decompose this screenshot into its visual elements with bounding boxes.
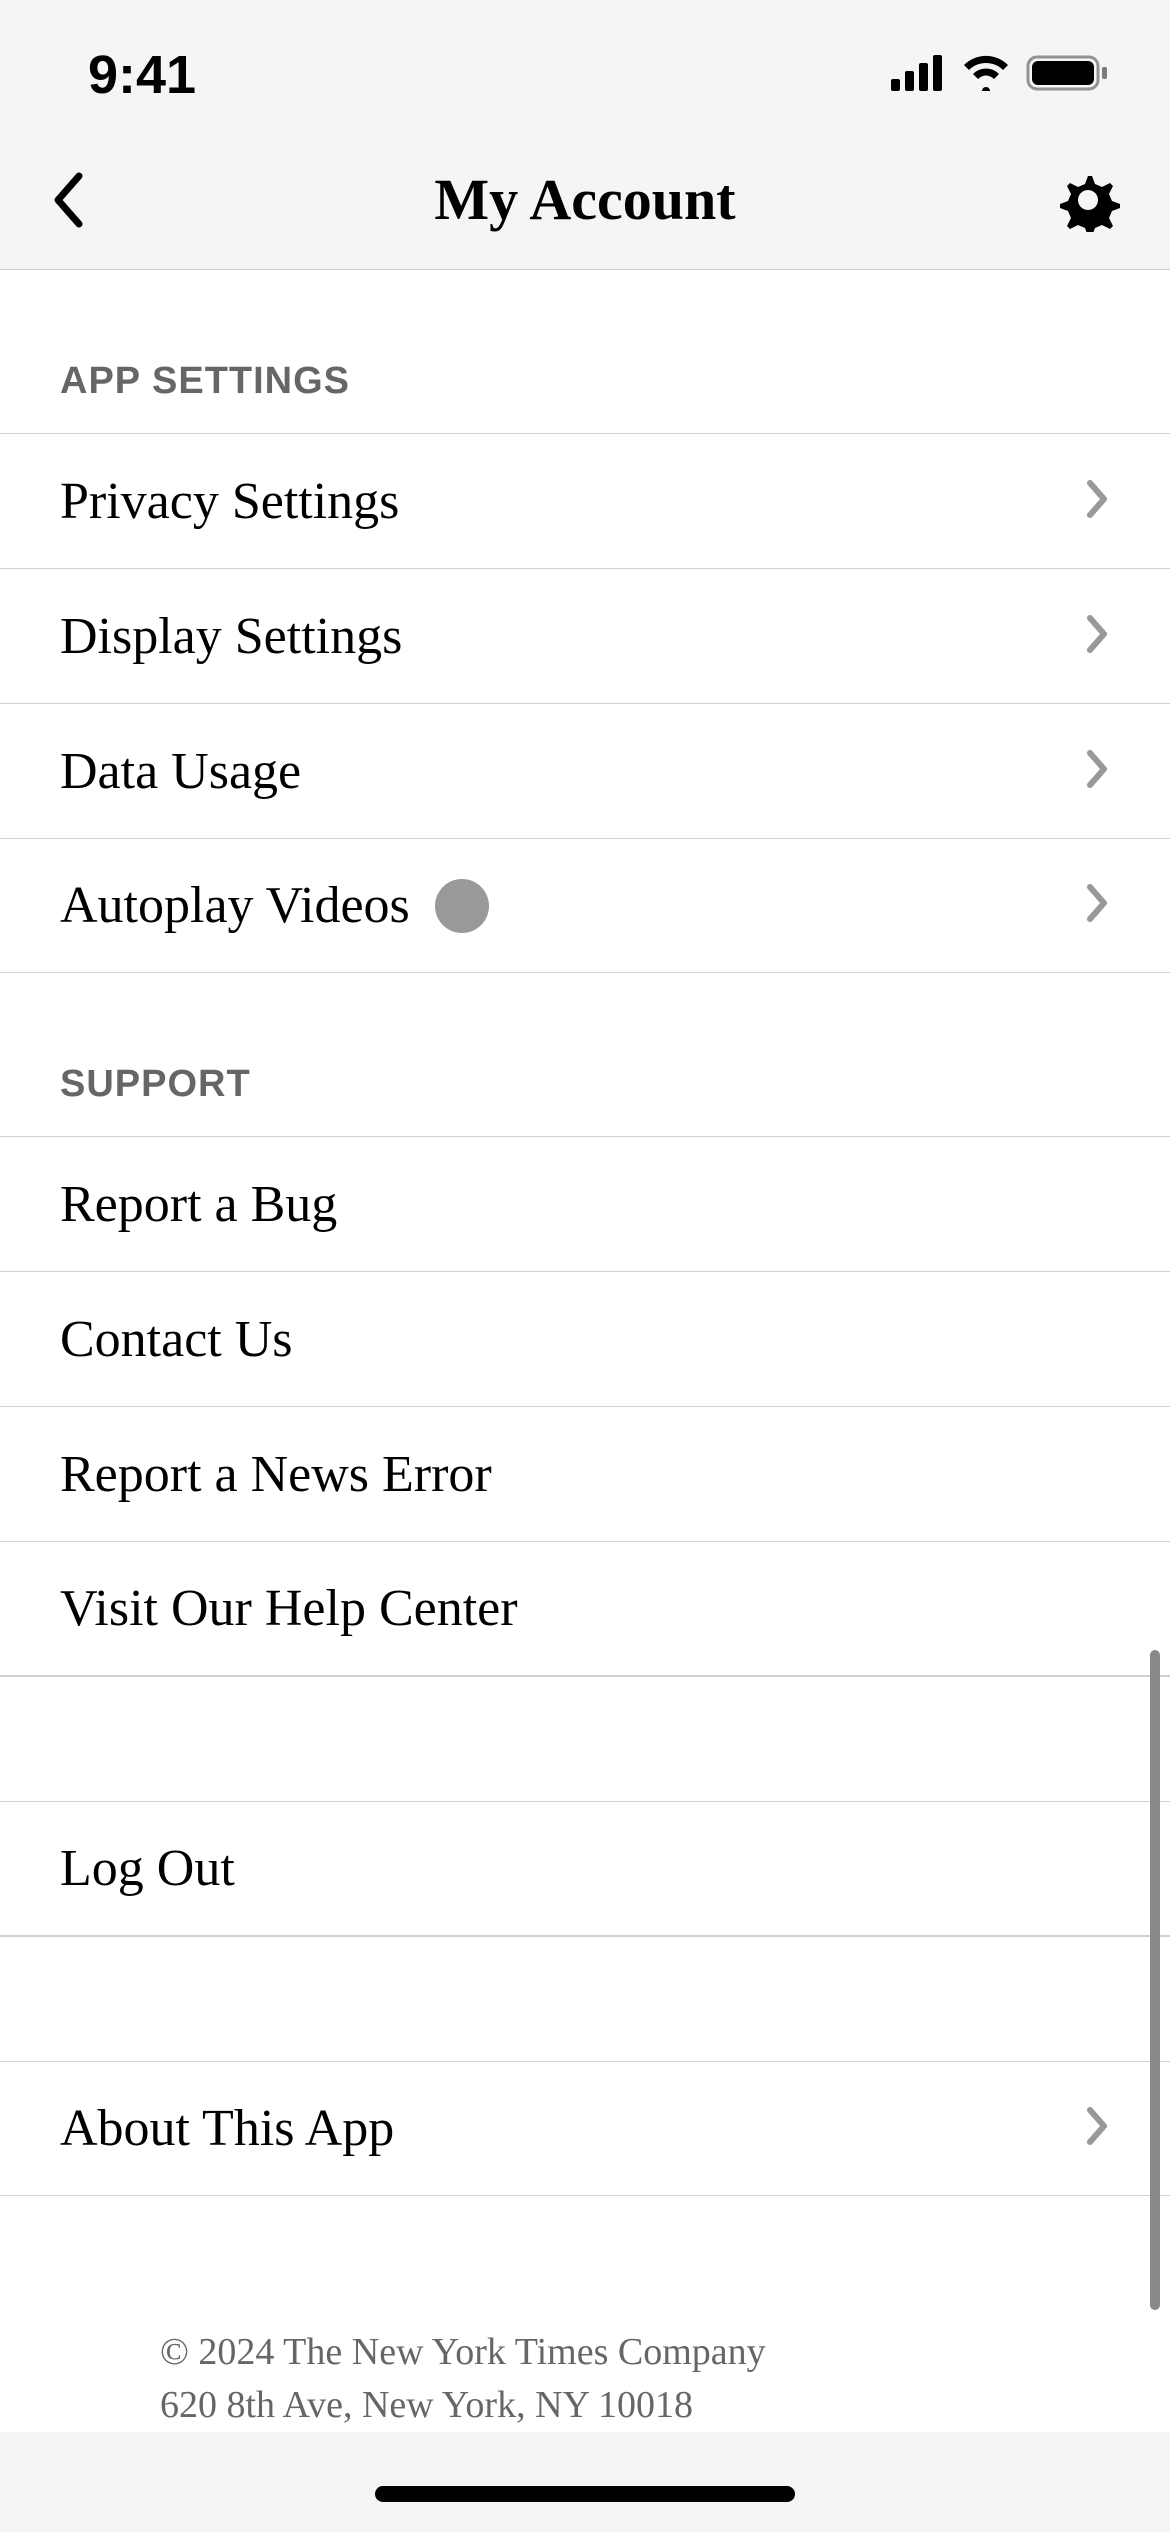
chevron-right-icon xyxy=(1086,614,1110,659)
logout-section: Log Out xyxy=(0,1801,1170,1936)
row-label: Contact Us xyxy=(60,1310,293,1369)
status-time: 9:41 xyxy=(88,44,196,106)
row-label: Report a News Error xyxy=(60,1445,492,1504)
about-section: About This App xyxy=(0,2061,1170,2196)
row-label: Privacy Settings xyxy=(60,472,399,531)
chevron-right-icon xyxy=(1086,883,1110,928)
row-label: About This App xyxy=(60,2099,394,2158)
row-label-text: Autoplay Videos xyxy=(60,876,410,935)
footer-copyright: © 2024 The New York Times Company xyxy=(160,2326,1110,2379)
row-label: Visit Our Help Center xyxy=(60,1579,518,1638)
settings-button[interactable] xyxy=(1050,165,1120,235)
row-label: Data Usage xyxy=(60,742,301,801)
wifi-icon xyxy=(961,55,1011,96)
chevron-right-icon xyxy=(1086,2106,1110,2151)
back-button[interactable] xyxy=(50,165,120,235)
row-label: Log Out xyxy=(60,1839,235,1898)
gear-icon xyxy=(1056,168,1120,232)
row-report-bug[interactable]: Report a Bug xyxy=(0,1136,1170,1271)
touch-indicator xyxy=(435,879,489,933)
scroll-indicator[interactable] xyxy=(1150,1650,1160,2310)
cellular-icon xyxy=(891,55,946,96)
status-icons xyxy=(891,53,1110,98)
footer: © 2024 The New York Times Company 620 8t… xyxy=(0,2196,1170,2432)
spacer xyxy=(0,1676,1170,1801)
row-label: Display Settings xyxy=(60,607,402,666)
row-display-settings[interactable]: Display Settings xyxy=(0,568,1170,703)
battery-icon xyxy=(1026,53,1110,98)
row-about-app[interactable]: About This App xyxy=(0,2061,1170,2196)
row-help-center[interactable]: Visit Our Help Center xyxy=(0,1541,1170,1676)
row-privacy-settings[interactable]: Privacy Settings xyxy=(0,433,1170,568)
row-logout[interactable]: Log Out xyxy=(0,1801,1170,1936)
section-header-app-settings: APP SETTINGS xyxy=(0,270,1170,433)
row-label: Autoplay Videos xyxy=(60,876,489,935)
content: APP SETTINGS Privacy Settings Display Se… xyxy=(0,270,1170,2432)
footer-address: 620 8th Ave, New York, NY 10018 xyxy=(160,2379,1110,2432)
row-data-usage[interactable]: Data Usage xyxy=(0,703,1170,838)
spacer xyxy=(0,1936,1170,2061)
page-title: My Account xyxy=(434,166,735,233)
app-settings-section: APP SETTINGS Privacy Settings Display Se… xyxy=(0,270,1170,973)
chevron-right-icon xyxy=(1086,749,1110,794)
home-indicator[interactable] xyxy=(375,2486,795,2502)
support-section: SUPPORT Report a Bug Contact Us Report a… xyxy=(0,973,1170,1676)
row-report-news-error[interactable]: Report a News Error xyxy=(0,1406,1170,1541)
nav-bar: My Account xyxy=(0,130,1170,270)
chevron-right-icon xyxy=(1086,479,1110,524)
chevron-left-icon xyxy=(50,171,84,229)
row-autoplay-videos[interactable]: Autoplay Videos xyxy=(0,838,1170,973)
section-header-support: SUPPORT xyxy=(0,973,1170,1136)
status-bar: 9:41 xyxy=(0,0,1170,130)
row-label: Report a Bug xyxy=(60,1175,337,1234)
row-contact-us[interactable]: Contact Us xyxy=(0,1271,1170,1406)
